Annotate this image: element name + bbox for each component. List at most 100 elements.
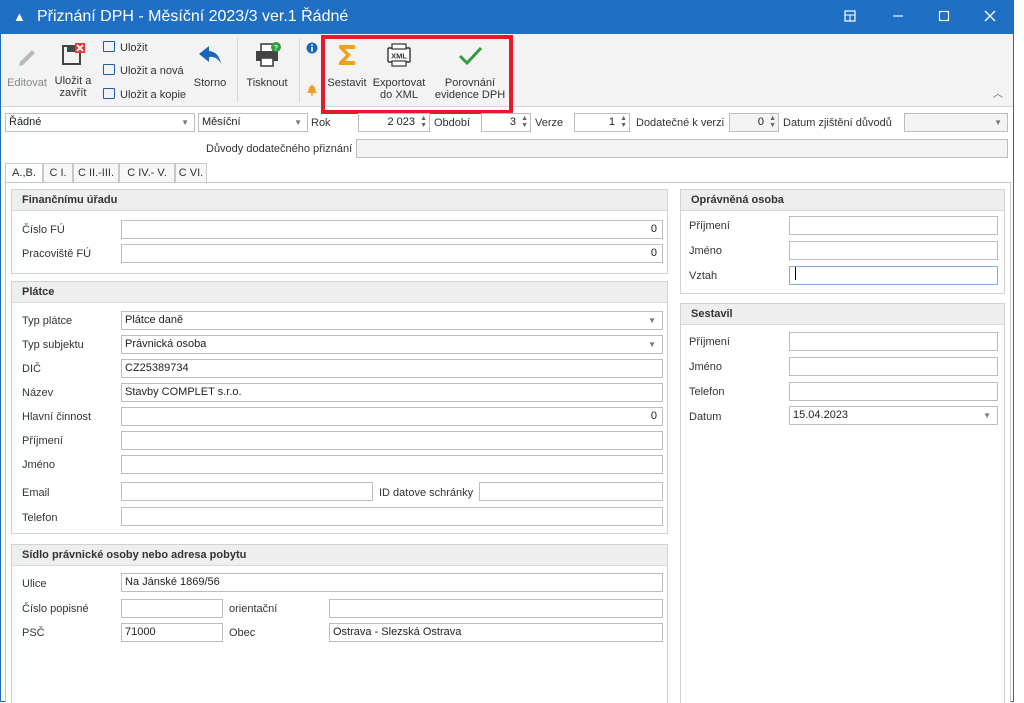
zip-label: PSČ: [22, 627, 45, 639]
dropdown-arrow-icon: ▼: [994, 118, 1002, 127]
print-button[interactable]: ? Tisknout: [241, 40, 293, 89]
street-field[interactable]: Na Jánské 1869/56: [121, 573, 663, 592]
minimize-button[interactable]: [875, 1, 921, 34]
maximize-icon: [938, 10, 950, 22]
tab-c2-3[interactable]: C II.-III.: [73, 163, 119, 183]
save-button[interactable]: Uložit: [103, 41, 148, 54]
collapse-ribbon-chevron-icon[interactable]: ︿: [993, 85, 1003, 100]
year-spinner[interactable]: 2 023 ▲ ▼: [358, 113, 430, 132]
reasons-label: Důvody dodatečného přiznání: [206, 143, 353, 155]
period-type-select[interactable]: Měsíční ▼: [198, 113, 308, 132]
dic-field[interactable]: CZ25389734: [121, 359, 663, 378]
date-found-label: Datum zjištění důvodů: [783, 117, 892, 129]
group-title: Sestavil: [681, 304, 1004, 325]
save-copy-button[interactable]: Uložit a kopie: [103, 88, 186, 101]
comp-surname-field[interactable]: [789, 332, 998, 351]
payer-type-select[interactable]: Plátce daně ▼: [121, 311, 663, 330]
phone-label: Telefon: [22, 512, 58, 524]
zip-field[interactable]: 71000: [121, 623, 223, 642]
layout-icon: [844, 10, 856, 22]
tab-ab[interactable]: A.,B.: [5, 163, 43, 183]
restore-layout-button[interactable]: [827, 1, 873, 34]
group-title: Oprávněná osoba: [681, 190, 1004, 211]
cancel-button[interactable]: Storno: [189, 40, 231, 89]
tab-c6[interactable]: C VI.: [175, 163, 207, 183]
subject-type-label: Typ subjektu: [22, 339, 84, 351]
email-label: Email: [22, 487, 50, 499]
auth-firstname-field[interactable]: [789, 241, 998, 260]
text-caret: [795, 267, 796, 280]
comp-firstname-field[interactable]: [789, 357, 998, 376]
office-number-field[interactable]: 0: [121, 220, 663, 239]
undo-icon: [199, 46, 221, 64]
auth-relation-label: Vztah: [689, 270, 718, 282]
tax-office-group: Finančnímu úřadu Číslo FÚ 0 Pracoviště F…: [11, 189, 668, 274]
close-icon: [984, 10, 996, 22]
office-number-label: Číslo FÚ: [22, 224, 65, 236]
firstname-field[interactable]: [121, 455, 663, 474]
info-icon[interactable]: [306, 42, 318, 54]
comp-date-picker[interactable]: 15.04.2023 ▼: [789, 406, 998, 425]
auth-relation-field[interactable]: [789, 266, 998, 285]
firstname-label: Jméno: [22, 459, 56, 471]
workplace-field[interactable]: 0: [121, 244, 663, 263]
additional-version-spinner[interactable]: 0 ▲ ▼: [729, 113, 779, 132]
ribbon-separator: [237, 38, 238, 102]
tab-c4-5[interactable]: C IV.- V.: [119, 163, 175, 183]
databox-field[interactable]: [479, 482, 663, 501]
comp-surname-label: Příjmení: [689, 336, 730, 348]
phone-field[interactable]: [121, 507, 663, 526]
title-bar: ▲ Přiznání DPH - Měsíční 2023/3 ver.1 Řá…: [1, 1, 1013, 34]
surname-field[interactable]: [121, 431, 663, 450]
subject-type-select[interactable]: Právnická osoba ▼: [121, 335, 663, 354]
orientation-number-field[interactable]: [329, 599, 663, 618]
svg-text:?: ?: [274, 45, 278, 52]
house-number-field[interactable]: [121, 599, 223, 618]
version-label: Verze: [535, 117, 564, 129]
save-new-button[interactable]: Uložit a nová: [103, 64, 184, 77]
comp-phone-label: Telefon: [689, 386, 725, 398]
period-label: Období: [434, 117, 471, 129]
save-new-icon: [103, 64, 115, 75]
comp-phone-field[interactable]: [789, 382, 998, 401]
printer-icon: ?: [256, 42, 281, 67]
minimize-icon: [893, 15, 903, 17]
save-close-button[interactable]: Uložit a zavřít: [53, 40, 93, 99]
spinner-arrows-icon[interactable]: ▲ ▼: [620, 115, 627, 129]
main-activity-label: Hlavní činnost: [22, 411, 92, 423]
save-copy-icon: [103, 88, 115, 99]
spinner-arrows-icon[interactable]: ▲ ▼: [420, 115, 427, 129]
group-title: Sídlo právnické osoby nebo adresa pobytu: [12, 545, 667, 566]
version-spinner[interactable]: 1 ▲ ▼: [574, 113, 630, 132]
house-number-label: Číslo popisné: [22, 603, 89, 615]
window-title: Přiznání DPH - Měsíční 2023/3 ver.1 Řádn…: [37, 8, 349, 25]
spinner-arrows-icon[interactable]: ▲ ▼: [521, 115, 528, 129]
tab-c1[interactable]: C I.: [43, 163, 73, 183]
additional-version-label: Dodatečné k verzi: [636, 117, 725, 129]
save-icon: [103, 41, 115, 52]
close-button[interactable]: [967, 1, 1013, 34]
name-field[interactable]: Stavby COMPLET s.r.o.: [121, 383, 663, 402]
payer-type-label: Typ plátce: [22, 315, 73, 327]
city-field[interactable]: Ostrava - Slezská Ostrava: [329, 623, 663, 642]
app-window: ▲ Přiznání DPH - Měsíční 2023/3 ver.1 Řá…: [0, 0, 1014, 703]
compiled-by-group: Sestavil Příjmení Jméno Telefon Datum 15…: [680, 303, 1005, 703]
payer-group: Plátce Typ plátce Plátce daně ▼ Typ subje…: [11, 281, 668, 534]
period-spinner[interactable]: 3 ▲ ▼: [481, 113, 531, 132]
comp-date-label: Datum: [689, 411, 722, 423]
return-type-select[interactable]: Řádné ▼: [5, 113, 195, 132]
city-label: Obec: [229, 627, 256, 639]
edit-button[interactable]: Editovat: [5, 40, 49, 89]
maximize-button[interactable]: [921, 1, 967, 34]
databox-label: ID datove schránky: [379, 487, 474, 499]
spinner-arrows-icon[interactable]: ▲ ▼: [769, 115, 776, 129]
auth-surname-field[interactable]: [789, 216, 998, 235]
main-activity-field[interactable]: 0: [121, 407, 663, 426]
workplace-label: Pracoviště FÚ: [22, 248, 92, 260]
reasons-field[interactable]: [356, 139, 1008, 158]
email-field[interactable]: [121, 482, 373, 501]
bell-icon[interactable]: [306, 84, 318, 96]
authorized-person-group: Oprávněná osoba Příjmení Jméno Vztah: [680, 189, 1005, 294]
date-found-select[interactable]: ▼: [904, 113, 1008, 132]
auth-firstname-label: Jméno: [689, 245, 723, 257]
